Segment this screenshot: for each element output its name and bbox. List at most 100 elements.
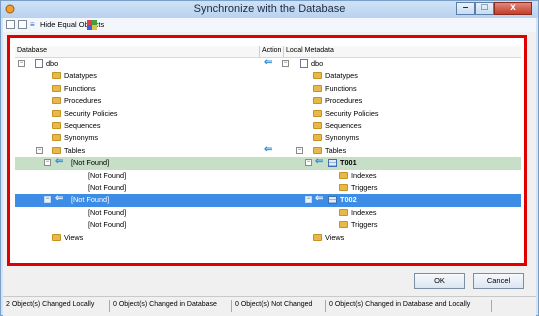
collapse-toggle-icon[interactable]: −	[18, 60, 25, 67]
folder-icon	[313, 122, 322, 129]
title-bar: Synchronize with the Database – □ x	[1, 1, 538, 18]
folder-icon	[52, 233, 61, 241]
left-arrow-icon: ⇐	[315, 156, 324, 168]
collapse-toggle-icon[interactable]: −	[36, 146, 43, 154]
tree-label: Sequences	[64, 121, 101, 130]
tree-label: [Not Found]	[71, 195, 110, 205]
ok-button[interactable]: OK	[414, 273, 465, 289]
tree-label: Synonyms	[64, 133, 99, 143]
tree-label: Triggers	[351, 183, 378, 192]
folder-icon	[313, 146, 322, 154]
tree-label: Functions	[325, 83, 357, 93]
folder-icon	[313, 97, 322, 105]
tree-label: Views	[325, 232, 345, 242]
status-separator	[325, 300, 326, 312]
tree-row-security-policies[interactable]: Security Policies Security Policies	[15, 108, 521, 120]
tree-label: Triggers	[351, 220, 378, 230]
tree-row-dbo[interactable]: − dbo ⇐ − dbo	[15, 57, 521, 70]
folder-icon	[339, 208, 348, 216]
folder-icon	[313, 72, 322, 80]
tree-row-t002[interactable]: − ⇐ [Not Found] − ⇐ T002	[15, 193, 521, 207]
comparison-panel: Database Action Local Metadata − dbo ⇐ −…	[7, 35, 527, 266]
column-database[interactable]: Database	[17, 47, 47, 54]
tree-label: dbo	[311, 59, 324, 68]
collapse-toggle-icon[interactable]: −	[44, 196, 51, 204]
folder-icon	[52, 122, 61, 129]
maximize-icon: □	[481, 2, 488, 13]
left-arrow-icon: ⇐	[264, 57, 273, 68]
table-icon	[328, 159, 337, 168]
tree-row-triggers[interactable]: [Not Found] Triggers	[15, 219, 521, 231]
tree-label: Indexes	[351, 207, 377, 217]
tree-label: Security Policies	[325, 108, 379, 118]
tree-label: T002	[340, 195, 357, 205]
tree-row-indexes[interactable]: [Not Found] Indexes	[15, 207, 521, 219]
maximize-button[interactable]: □	[475, 2, 494, 15]
status-separator	[231, 300, 232, 312]
folder-icon	[313, 233, 322, 241]
folder-icon	[52, 146, 61, 154]
folder-icon	[313, 109, 322, 117]
folder-icon	[52, 134, 61, 142]
tree-row-views[interactable]: Views Views	[15, 232, 521, 244]
database-icon	[35, 59, 43, 68]
tree-row-procedures[interactable]: Procedures Procedures	[15, 95, 521, 107]
column-separator	[283, 46, 284, 57]
left-arrow-icon: ⇐	[55, 156, 64, 168]
tree-label: Views	[64, 232, 84, 242]
tree-label: T001	[340, 158, 357, 168]
left-arrow-icon: ⇐	[315, 193, 324, 205]
folder-icon	[339, 171, 348, 179]
folder-icon	[52, 84, 61, 92]
tree-label: Procedures	[64, 96, 102, 106]
tree-row-sequences[interactable]: Sequences Sequences	[15, 120, 521, 132]
column-local-metadata[interactable]: Local Metadata	[286, 47, 334, 54]
tree-row-tables[interactable]: − Tables ⇐ − Tables	[15, 144, 521, 157]
folder-icon	[339, 184, 348, 191]
tree-label: Procedures	[325, 96, 363, 106]
folder-icon	[313, 84, 322, 92]
tree-row-t001[interactable]: − ⇐ [Not Found] − ⇐ T001	[15, 156, 521, 170]
tree-label: [Not Found]	[88, 207, 127, 217]
color-palette-icon[interactable]	[87, 20, 97, 30]
column-action[interactable]: Action	[262, 47, 281, 54]
tree-label: Datatypes	[325, 71, 358, 81]
collapse-toggle-icon[interactable]: −	[296, 146, 303, 154]
tree-label: [Not Found]	[88, 220, 127, 230]
collapse-toggle-icon[interactable]: −	[305, 159, 312, 167]
comparison-tree: − dbo ⇐ − dbo Datatypes Datatypes Functi…	[15, 57, 521, 258]
tree-row-indexes[interactable]: [Not Found] Indexes	[15, 170, 521, 182]
synchronize-dialog: Synchronize with the Database – □ x ≡ Hi…	[0, 0, 539, 316]
status-changed-locally: 2 Object(s) Changed Locally	[6, 301, 95, 308]
left-arrow-icon: ⇐	[55, 193, 64, 205]
tree-label: Indexes	[351, 170, 377, 180]
collapse-toggle-icon[interactable]: −	[282, 60, 289, 67]
tree-row-triggers[interactable]: [Not Found] Triggers	[15, 182, 521, 194]
tree-label: Synonyms	[325, 133, 360, 143]
folder-icon	[313, 134, 322, 142]
tree-row-functions[interactable]: Functions Functions	[15, 83, 521, 95]
minimize-button[interactable]: –	[456, 2, 475, 15]
table-icon	[328, 196, 337, 205]
close-button[interactable]: x	[494, 2, 532, 15]
status-changed-both: 0 Object(s) Changed in Database and Loca…	[329, 301, 471, 308]
database-icon	[300, 59, 308, 68]
expand-all-icon[interactable]	[18, 20, 27, 29]
collapse-toggle-icon[interactable]: −	[44, 159, 51, 167]
tree-label: dbo	[46, 59, 59, 68]
tree-label: Tables	[64, 145, 86, 155]
collapse-all-icon[interactable]	[6, 20, 15, 29]
cancel-button[interactable]: Cancel	[473, 273, 524, 289]
tree-label: [Not Found]	[88, 183, 127, 192]
toolbar: ≡ Hide Equal Objects	[3, 18, 536, 33]
tree-label: Security Policies	[64, 108, 118, 118]
folder-icon	[52, 97, 61, 105]
collapse-toggle-icon[interactable]: −	[305, 196, 312, 204]
tree-label: Tables	[325, 145, 347, 155]
tree-row-datatypes[interactable]: Datatypes Datatypes	[15, 70, 521, 82]
minimize-icon: –	[462, 2, 469, 13]
status-changed-in-database: 0 Object(s) Changed in Database	[113, 301, 217, 308]
tree-label: Sequences	[325, 121, 362, 130]
tree-label: [Not Found]	[88, 170, 127, 180]
status-separator	[491, 300, 492, 312]
